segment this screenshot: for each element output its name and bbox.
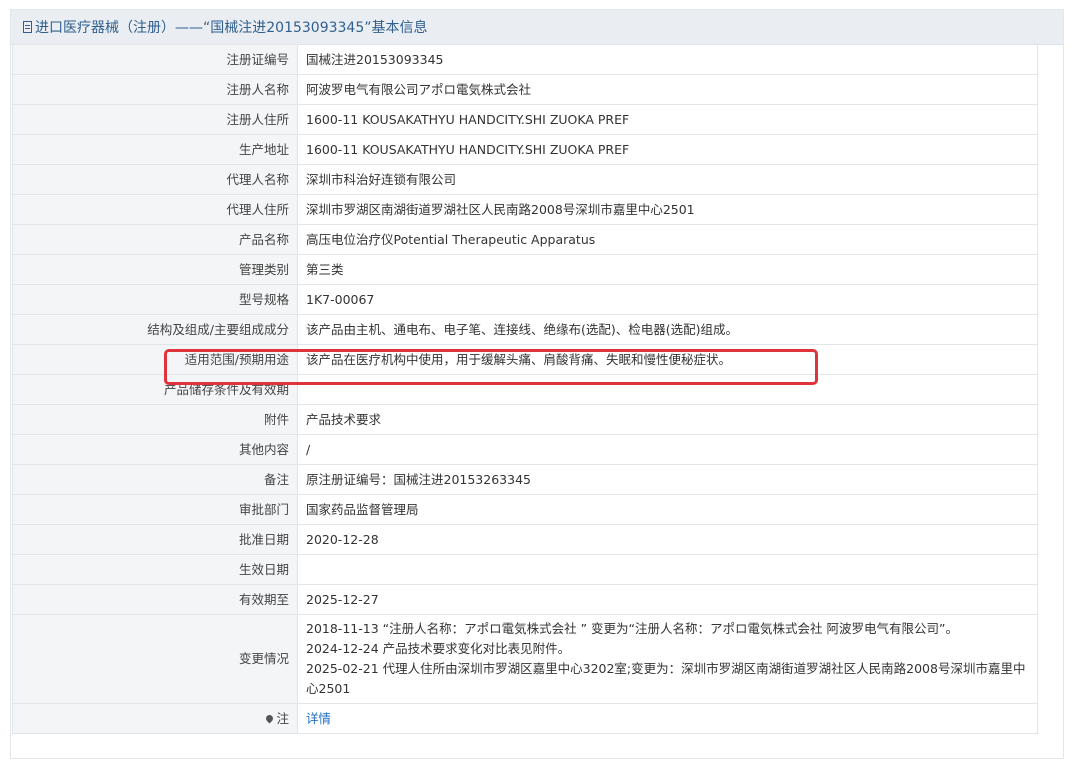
details-link[interactable]: 详情 [306, 711, 331, 726]
document-icon [23, 21, 32, 33]
row-label: 审批部门 [13, 495, 298, 525]
table-row: 代理人住所深圳市罗湖区南湖街道罗湖社区人民南路2008号深圳市嘉里中心2501 [13, 195, 1038, 225]
panel-header: 进口医疗器械（注册）——“国械注进20153093345”基本信息 [11, 10, 1063, 45]
table-row: 附件产品技术要求 [13, 405, 1038, 435]
row-value: 阿波罗电气有限公司アポロ電気株式会社 [298, 75, 1038, 105]
table-row: 注册证编号国械注进20153093345 [13, 45, 1038, 75]
table-row: 备注原注册证编号：国械注进20153263345 [13, 465, 1038, 495]
row-label: 生效日期 [13, 555, 298, 585]
row-label: 管理类别 [13, 255, 298, 285]
info-table: 注册证编号国械注进20153093345 注册人名称阿波罗电气有限公司アポロ電気… [12, 44, 1038, 734]
table-row: 生产地址1600-11 KOUSAKATHYU HANDCITY.SHI ZUO… [13, 135, 1038, 165]
row-value: 1600-11 KOUSAKATHYU HANDCITY.SHI ZUOKA P… [298, 135, 1038, 165]
row-label: 备注 [13, 465, 298, 495]
change-line: 2025-02-21 代理人住所由深圳市罗湖区嘉里中心3202室;变更为：深圳市… [306, 659, 1029, 699]
change-line: 2018-11-13 “注册人名称：アポロ電気株式会社 ” 变更为“注册人名称：… [306, 619, 1029, 639]
row-label: 适用范围/预期用途 [13, 345, 298, 375]
row-value: 国家药品监督管理局 [298, 495, 1038, 525]
row-label: 结构及组成/主要组成成分 [13, 315, 298, 345]
row-label: 型号规格 [13, 285, 298, 315]
row-value: 深圳市科治好连锁有限公司 [298, 165, 1038, 195]
table-row: 注册人名称阿波罗电气有限公司アポロ電気株式会社 [13, 75, 1038, 105]
note-label: 注 [276, 711, 289, 726]
table-row: 产品储存条件及有效期 [13, 375, 1038, 405]
changes-label: 变更情况 [13, 615, 298, 704]
row-label: 产品储存条件及有效期 [13, 375, 298, 405]
table-row: 审批部门国家药品监督管理局 [13, 495, 1038, 525]
note-row: 注 详情 [13, 704, 1038, 734]
changes-value: 2018-11-13 “注册人名称：アポロ電気株式会社 ” 变更为“注册人名称：… [298, 615, 1038, 704]
row-label: 其他内容 [13, 435, 298, 465]
panel-title: 进口医疗器械（注册）——“国械注进20153093345”基本信息 [35, 17, 427, 37]
note-value: 详情 [298, 704, 1038, 734]
row-label: 代理人住所 [13, 195, 298, 225]
row-label: 注册证编号 [13, 45, 298, 75]
row-label: 注册人住所 [13, 105, 298, 135]
change-line: 2024-12-24 产品技术要求变化对比表见附件。 [306, 639, 1029, 659]
row-value: 第三类 [298, 255, 1038, 285]
table-row: 代理人名称深圳市科治好连锁有限公司 [13, 165, 1038, 195]
row-value: / [298, 435, 1038, 465]
table-row: 生效日期 [13, 555, 1038, 585]
row-value: 高压电位治疗仪Potential Therapeutic Apparatus [298, 225, 1038, 255]
table-row: 批准日期2020-12-28 [13, 525, 1038, 555]
pin-icon [265, 713, 275, 723]
table-row: 注册人住所1600-11 KOUSAKATHYU HANDCITY.SHI ZU… [13, 105, 1038, 135]
row-value: 2025-12-27 [298, 585, 1038, 615]
table-row: 产品名称高压电位治疗仪Potential Therapeutic Apparat… [13, 225, 1038, 255]
row-value: 深圳市罗湖区南湖街道罗湖社区人民南路2008号深圳市嘉里中心2501 [298, 195, 1038, 225]
row-label: 生产地址 [13, 135, 298, 165]
row-value: 产品技术要求 [298, 405, 1038, 435]
row-label: 代理人名称 [13, 165, 298, 195]
row-label: 附件 [13, 405, 298, 435]
table-row: 有效期至2025-12-27 [13, 585, 1038, 615]
row-value: 1K7-00067 [298, 285, 1038, 315]
row-label: 批准日期 [13, 525, 298, 555]
note-label-cell: 注 [13, 704, 298, 734]
table-row: 管理类别第三类 [13, 255, 1038, 285]
row-label: 有效期至 [13, 585, 298, 615]
row-label: 注册人名称 [13, 75, 298, 105]
row-value: 该产品由主机、通电布、电子笔、连接线、绝缘布(选配)、检电器(选配)组成。 [298, 315, 1038, 345]
row-value [298, 375, 1038, 405]
row-value: 该产品在医疗机构中使用，用于缓解头痛、肩酸背痛、失眠和慢性便秘症状。 [298, 345, 1038, 375]
changes-row: 变更情况 2018-11-13 “注册人名称：アポロ電気株式会社 ” 变更为“注… [13, 615, 1038, 704]
row-value: 原注册证编号：国械注进20153263345 [298, 465, 1038, 495]
row-value: 1600-11 KOUSAKATHYU HANDCITY.SHI ZUOKA P… [298, 105, 1038, 135]
table-row-highlighted: 适用范围/预期用途该产品在医疗机构中使用，用于缓解头痛、肩酸背痛、失眠和慢性便秘… [13, 345, 1038, 375]
row-label: 产品名称 [13, 225, 298, 255]
row-value [298, 555, 1038, 585]
table-row: 结构及组成/主要组成成分该产品由主机、通电布、电子笔、连接线、绝缘布(选配)、检… [13, 315, 1038, 345]
row-value: 国械注进20153093345 [298, 45, 1038, 75]
table-row: 型号规格1K7-00067 [13, 285, 1038, 315]
table-row: 其他内容/ [13, 435, 1038, 465]
row-value: 2020-12-28 [298, 525, 1038, 555]
